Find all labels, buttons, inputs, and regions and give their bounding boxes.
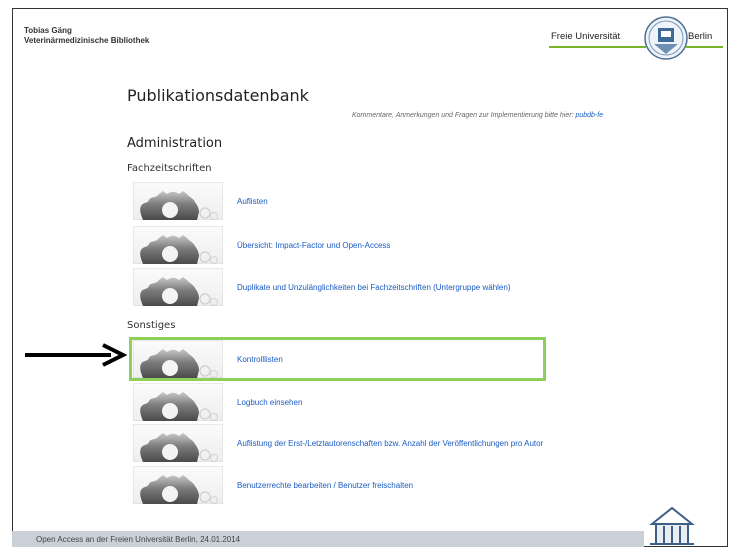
logo-underline-left: [549, 46, 646, 48]
menu-item-label[interactable]: Kontrolllisten: [237, 355, 283, 364]
menu-item-auflisten[interactable]: Auflisten: [133, 182, 693, 220]
footer-text: Open Access an der Freien Universität Be…: [36, 535, 241, 544]
arrow-right-icon: [25, 343, 127, 367]
menu-item-label[interactable]: Auflisten: [237, 197, 268, 206]
gear-icon: [133, 340, 223, 378]
university-seal-icon: [644, 16, 688, 60]
page-title: Publikationsdatenbank: [127, 86, 309, 105]
menu-item-autorenschaften[interactable]: Auflistung der Erst-/Letztautorenschafte…: [133, 424, 693, 462]
fu-berlin-logo: Freie Universität Berlin: [549, 14, 723, 66]
menu-item-uebersicht-impact-factor[interactable]: Übersicht: Impact-Factor und Open-Access: [133, 226, 693, 264]
group-label-fachzeitschriften: Fachzeitschriften: [127, 163, 212, 174]
building-logo-icon: [649, 506, 695, 545]
menu-item-label[interactable]: Auflistung der Erst-/Letztautorenschafte…: [237, 439, 543, 448]
author-affiliation: Veterinärmedizinische Bibliothek: [24, 36, 150, 45]
gear-icon: [133, 424, 223, 462]
logo-text-left: Freie Universität: [551, 31, 621, 42]
menu-item-logbuch[interactable]: Logbuch einsehen: [133, 383, 693, 421]
gear-icon: [133, 182, 223, 220]
menu-item-duplikate[interactable]: Duplikate und Unzulänglichkeiten bei Fac…: [133, 268, 693, 306]
gear-icon: [133, 383, 223, 421]
gear-icon: [133, 466, 223, 504]
menu-item-benutzerrechte[interactable]: Benutzerrechte bearbeiten / Benutzer fre…: [133, 466, 693, 504]
group-label-sonstiges: Sonstiges: [127, 320, 176, 331]
menu-item-label[interactable]: Übersicht: Impact-Factor und Open-Access: [237, 241, 390, 250]
menu-item-label[interactable]: Benutzerrechte bearbeiten / Benutzer fre…: [237, 481, 413, 490]
section-heading-administration: Administration: [127, 136, 223, 151]
menu-item-kontrolllisten[interactable]: Kontrolllisten: [133, 340, 693, 378]
feedback-note: Kommentare, Anmerkungen und Fragen zur I…: [352, 112, 603, 119]
author-block: Tobias Gäng Veterinärmedizinische Biblio…: [24, 26, 149, 46]
menu-item-label[interactable]: Logbuch einsehen: [237, 398, 302, 407]
feedback-link[interactable]: pubdb-fe: [575, 112, 603, 119]
logo-text-right: Berlin: [688, 31, 713, 42]
feedback-text: Kommentare, Anmerkungen und Fragen zur I…: [352, 112, 576, 119]
logo-underline-right: [686, 46, 723, 48]
gear-icon: [133, 268, 223, 306]
menu-item-label[interactable]: Duplikate und Unzulänglichkeiten bei Fac…: [237, 283, 510, 292]
author-name: Tobias Gäng: [24, 26, 72, 35]
gear-icon: [133, 226, 223, 264]
